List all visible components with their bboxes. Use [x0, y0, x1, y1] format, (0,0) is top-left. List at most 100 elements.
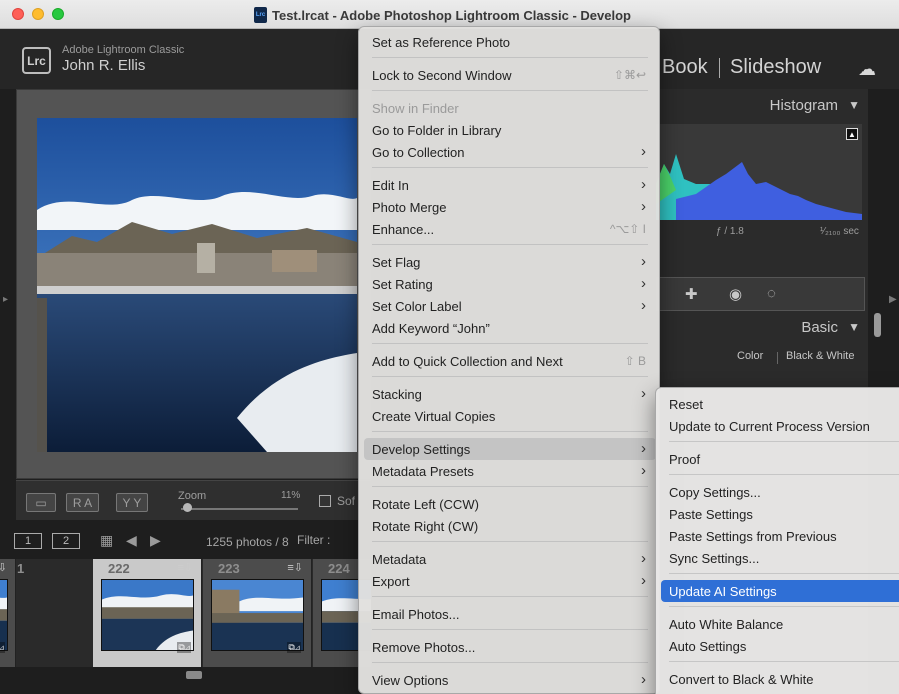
cell-number: 222	[108, 561, 130, 576]
masking-icon[interactable]: ◌	[767, 285, 776, 302]
menu-go-to-collection[interactable]: Go to Collection ›	[364, 141, 656, 163]
submenu-paste-settings-from-previous[interactable]: Paste Settings from Previous	[661, 525, 899, 547]
window-title: Test.lrcat - Adobe Photoshop Lightroom C…	[272, 7, 631, 23]
submenu-update-ai-settings[interactable]: Update AI Settings	[661, 580, 899, 602]
develop-toolbar: ▭ R A Y Y Zoom 11% Sof	[16, 480, 371, 520]
lightroom-window: Lrc Test.lrcat - Adobe Photoshop Lightro…	[0, 0, 899, 694]
menu-lock-to-second-window[interactable]: Lock to Second Window ⇧⌘↩	[364, 64, 656, 86]
menu-separator	[372, 662, 648, 663]
soft-proofing-label: Sof	[337, 494, 356, 508]
photo-canvas[interactable]	[16, 89, 371, 479]
menu-create-virtual-copies[interactable]: Create Virtual Copies	[364, 405, 656, 427]
menu-edit-in[interactable]: Edit In ›	[364, 174, 656, 196]
menu-develop-settings[interactable]: Develop Settings ›	[364, 438, 656, 460]
menu-add-to-quick-collection[interactable]: Add to Quick Collection and Next ⇧ B	[364, 350, 656, 372]
zoom-slider-track[interactable]	[181, 508, 298, 510]
submenu-reset[interactable]: Reset	[661, 393, 899, 415]
menu-export[interactable]: Export ›	[364, 570, 656, 592]
cell-marks-icon: ≡⇩	[0, 562, 7, 574]
filmstrip-cell[interactable]: 1 ≡⇩ ⧉⊿	[0, 559, 24, 667]
menu-stacking[interactable]: Stacking ›	[364, 383, 656, 405]
cell-number: 1	[17, 561, 25, 576]
before-after-yy-button[interactable]: Y Y	[116, 493, 148, 512]
submenu-auto-white-balance[interactable]: Auto White Balance	[661, 613, 899, 635]
tool-strip: ✚ ◉ ◌	[656, 277, 865, 311]
menu-go-to-folder-in-library[interactable]: Go to Folder in Library	[364, 119, 656, 141]
highlight-clipping-icon[interactable]: ▲	[846, 128, 858, 140]
menu-rotate-right[interactable]: Rotate Right (CW)	[364, 515, 656, 537]
edited-badge-icon: ⧉⊿	[287, 642, 301, 653]
menu-separator	[372, 431, 648, 432]
minimize-window-button[interactable]	[32, 8, 44, 20]
before-after-button[interactable]: R A	[66, 493, 99, 512]
menu-metadata[interactable]: Metadata ›	[364, 548, 656, 570]
basic-collapse-icon[interactable]: ▼	[848, 320, 860, 334]
histogram-title[interactable]: Histogram	[770, 97, 838, 114]
right-panel-toggle-icon[interactable]: ▶	[889, 294, 897, 305]
filmstrip-scrollbar[interactable]	[0, 669, 371, 681]
cloud-sync-icon[interactable]: ☁	[858, 59, 876, 80]
filmstrip: 1 ≡⇩ ⧉⊿ 222 ≡⇩ ⧉⊿ 223 ≡⇩	[0, 559, 371, 667]
submenu-auto-settings[interactable]: Auto Settings	[661, 635, 899, 657]
submenu-copy-settings[interactable]: Copy Settings...	[661, 481, 899, 503]
right-panel-scrollbar[interactable]	[872, 89, 882, 389]
submenu-separator	[669, 661, 899, 662]
zoom-value: 11%	[281, 490, 301, 501]
chevron-right-icon: ›	[641, 572, 646, 589]
menu-metadata-presets[interactable]: Metadata Presets ›	[364, 460, 656, 482]
menu-set-as-reference-photo[interactable]: Set as Reference Photo	[364, 31, 656, 53]
menu-separator	[372, 57, 648, 58]
photo-count: 1255 photos / 8	[206, 535, 289, 549]
module-slideshow[interactable]: Slideshow	[730, 56, 821, 79]
menu-separator	[372, 541, 648, 542]
filmstrip-bar: 1 2 ▦ ◀ ▶ 1255 photos / 8 Filter :	[0, 525, 371, 557]
zoom-slider-knob[interactable]	[183, 503, 192, 512]
main-window-button[interactable]: 1	[14, 533, 42, 549]
submenu-convert-to-bw[interactable]: Convert to Black & White	[661, 668, 899, 690]
aperture-value: ƒ / 1.8	[716, 226, 744, 237]
chevron-right-icon: ›	[641, 550, 646, 567]
menu-view-options[interactable]: View Options ›	[364, 669, 656, 691]
submenu-update-process-version[interactable]: Update to Current Process Version	[661, 415, 899, 437]
right-panel-scroll-thumb[interactable]	[874, 313, 881, 337]
photo-context-menu: Set as Reference Photo Lock to Second Wi…	[358, 26, 660, 694]
submenu-paste-settings[interactable]: Paste Settings	[661, 503, 899, 525]
shutter-value: ¹⁄₂₁₀₀ sec	[820, 226, 859, 237]
forward-arrow-icon[interactable]: ▶	[150, 532, 161, 549]
menu-set-rating[interactable]: Set Rating ›	[364, 273, 656, 295]
app-name: Adobe Lightroom Classic	[62, 44, 185, 56]
healing-icon[interactable]: ✚	[685, 285, 698, 303]
submenu-proof[interactable]: Proof	[661, 448, 899, 470]
cell-marks-icon: ≡⇩	[177, 562, 193, 574]
menu-rotate-left[interactable]: Rotate Left (CCW)	[364, 493, 656, 515]
red-eye-icon[interactable]: ◉	[729, 285, 742, 303]
menu-email-photos[interactable]: Email Photos...	[364, 603, 656, 625]
menu-set-flag[interactable]: Set Flag ›	[364, 251, 656, 273]
menu-set-color-label[interactable]: Set Color Label ›	[364, 295, 656, 317]
panel-collapse-icon[interactable]: ▼	[848, 98, 860, 112]
grid-icon[interactable]: ▦	[100, 532, 113, 549]
filmstrip-cell-selected[interactable]: 222 ≡⇩ ⧉⊿	[93, 559, 202, 667]
menu-photo-merge[interactable]: Photo Merge ›	[364, 196, 656, 218]
treatment-bw[interactable]: Black & White	[786, 350, 854, 362]
submenu-sync-settings[interactable]: Sync Settings...	[661, 547, 899, 569]
left-panel-toggle-icon[interactable]: ▸	[3, 294, 8, 305]
basic-panel-title[interactable]: Basic	[801, 319, 838, 336]
secondary-window-button[interactable]: 2	[52, 533, 80, 549]
back-arrow-icon[interactable]: ◀	[126, 532, 137, 549]
submenu-separator	[669, 573, 899, 574]
filmstrip-cell[interactable]: 223 ≡⇩ ⧉⊿	[203, 559, 312, 667]
zoom-window-button[interactable]	[52, 8, 64, 20]
module-book[interactable]: Book	[662, 56, 708, 79]
treatment-color[interactable]: Color	[737, 350, 763, 362]
close-window-button[interactable]	[12, 8, 24, 20]
menu-remove-photos[interactable]: Remove Photos...	[364, 636, 656, 658]
develop-photo	[37, 118, 357, 452]
menu-add-keyword[interactable]: Add Keyword “John”	[364, 317, 656, 339]
soft-proofing-checkbox[interactable]	[319, 495, 331, 507]
filmstrip-scroll-thumb[interactable]	[186, 671, 202, 679]
user-name: John R. Ellis	[62, 57, 146, 74]
loupe-view-button[interactable]: ▭	[26, 493, 56, 512]
menu-enhance[interactable]: Enhance... ^⌥⇧ I	[364, 218, 656, 240]
cell-marks-icon: ≡⇩	[287, 562, 303, 574]
